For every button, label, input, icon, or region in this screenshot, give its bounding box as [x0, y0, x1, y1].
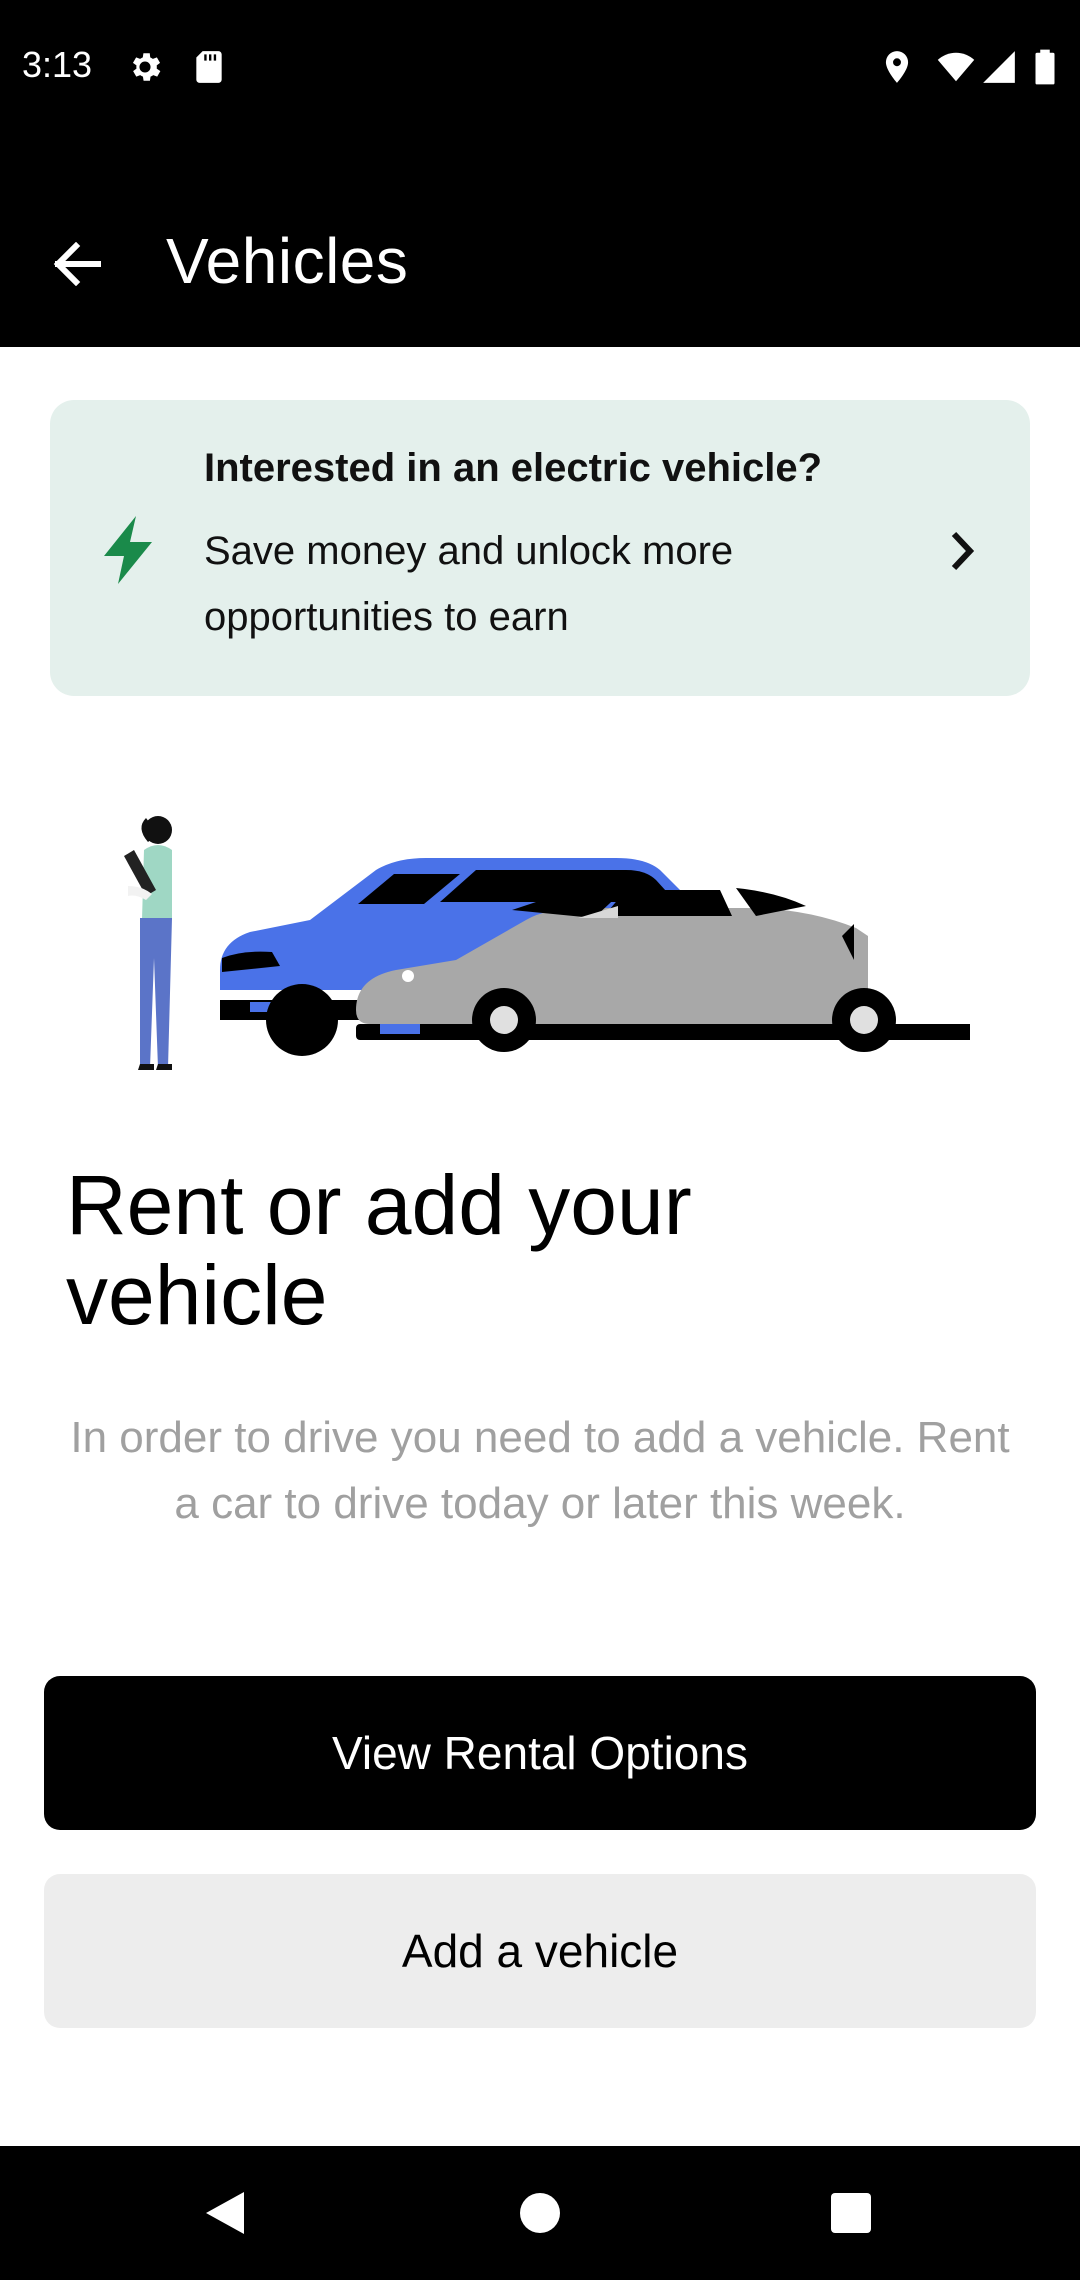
view-rental-options-button[interactable]: View Rental Options	[44, 1676, 1036, 1830]
system-nav-bar	[0, 2146, 1080, 2280]
body-text: In order to drive you need to add a vehi…	[70, 1413, 1010, 1528]
recents-square-icon[interactable]	[826, 2188, 876, 2238]
vehicles-illustration	[124, 816, 970, 1070]
headline: Rent or add your vehicle	[66, 1158, 692, 1342]
ev-promo-banner[interactable]: Interested in an electric vehicle? Save …	[50, 400, 1030, 696]
status-bar: 3:13	[0, 0, 1080, 134]
settings-icon	[132, 53, 161, 81]
arrow-left-icon	[53, 242, 101, 286]
battery-icon	[1035, 49, 1055, 85]
person-illustration	[124, 816, 172, 1070]
back-button[interactable]	[36, 228, 118, 300]
sd-card-icon	[196, 51, 222, 83]
ev-banner-title: Interested in an electric vehicle?	[204, 446, 823, 490]
wifi-icon	[937, 52, 975, 82]
app-bar: Vehicles	[0, 134, 1080, 347]
lightning-bolt-icon	[104, 516, 152, 584]
chevron-right-icon	[951, 531, 975, 571]
signal-icon	[983, 51, 1015, 83]
back-triangle-icon[interactable]	[200, 2188, 250, 2238]
ev-banner-description: Save money and unlock more opportunities…	[204, 529, 734, 639]
home-circle-icon[interactable]	[515, 2188, 565, 2238]
status-time: 3:13	[22, 44, 93, 85]
add-vehicle-button[interactable]: Add a vehicle	[44, 1874, 1036, 2028]
page-title: Vehicles	[166, 225, 409, 297]
location-icon	[885, 51, 909, 83]
